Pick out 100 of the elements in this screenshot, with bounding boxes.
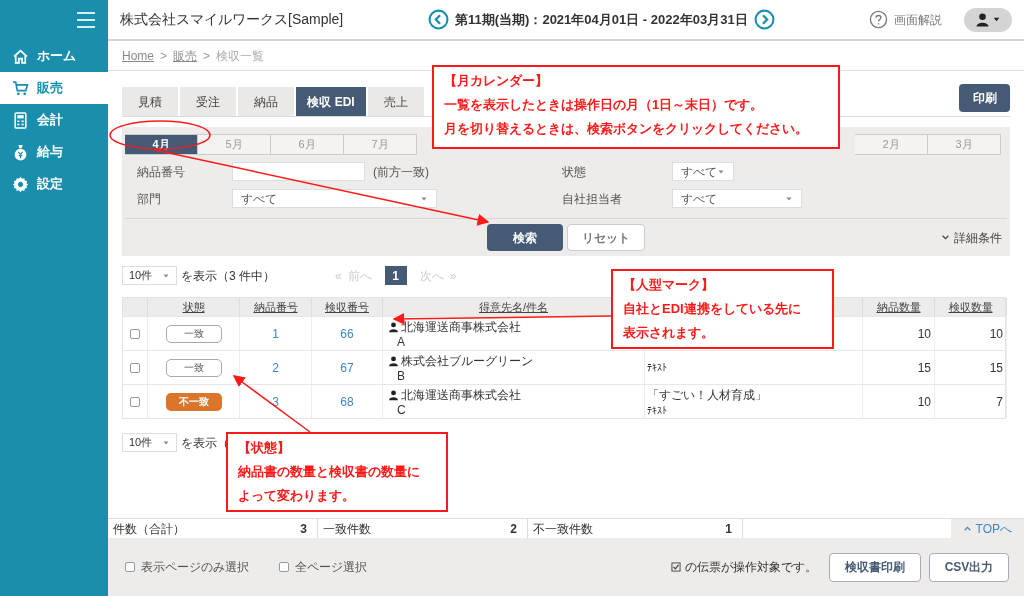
chevron-up-icon [962, 524, 972, 533]
result-count: を表示（3 件中） [181, 267, 275, 285]
breadcrumb-current: 検収一覧 [216, 47, 265, 65]
status-badge: 一致 [165, 358, 222, 377]
help-link[interactable]: 画面解説 [894, 10, 942, 29]
row-checkbox[interactable] [130, 396, 140, 407]
subject-name: 「すごい！人材育成」 [647, 387, 768, 404]
tab[interactable]: 売上 [368, 87, 424, 116]
previous-mark: « [335, 267, 342, 285]
summary-label: 不一致件数 [533, 520, 593, 538]
inspection-number-link[interactable]: 67 [340, 358, 354, 377]
reset-button[interactable]: リセット [567, 224, 645, 251]
annotation-text: 月を切り替えるときは、検索ボタンをクリックしてください。 [444, 120, 809, 138]
column-header[interactable]: 状態 [182, 298, 205, 316]
checkbox-label: 表示ページのみ選択 [141, 559, 249, 576]
menu-icon[interactable] [76, 10, 96, 30]
customer-name: 北海運送商事株式会社 [401, 319, 521, 336]
delivery-number-link[interactable]: 2 [272, 358, 279, 377]
row-checkbox[interactable] [130, 362, 140, 373]
tab[interactable]: 検収 EDI [296, 87, 366, 116]
inspection-number-link[interactable]: 68 [340, 392, 354, 411]
summary-label: 件数（合計） [113, 520, 185, 538]
sidebar-item[interactable]: 販売 [0, 72, 108, 104]
sidebar-item[interactable]: 設定 [0, 168, 108, 200]
subject-note: ﾃｷｽﾄ [647, 361, 668, 374]
row-checkbox[interactable] [130, 328, 140, 339]
customer-code: C [396, 404, 407, 417]
filter-label: 自社担当者 [562, 190, 623, 208]
column-header[interactable]: 検収数量 [948, 298, 993, 316]
customer-name: 北海運送商事株式会社 [401, 387, 521, 404]
checkbox[interactable] [279, 562, 289, 572]
column-header[interactable]: 得意先名/件名 [478, 298, 549, 316]
breadcrumb-link[interactable]: Home [122, 46, 154, 65]
sidebar-item[interactable]: ホーム [0, 40, 108, 72]
quantity-cell-text: 10 [917, 325, 931, 343]
user-menu-button[interactable] [964, 7, 1012, 32]
tab[interactable]: 納品 [238, 87, 294, 116]
delivery-number-link[interactable]: 1 [272, 324, 279, 343]
annotation-text: よって変わります。 [238, 487, 356, 505]
quantity-cell-text: 7 [996, 393, 1003, 411]
subject-note: ﾃｷｽﾄ [647, 404, 668, 417]
quantity-cell-text: 10 [989, 325, 1003, 343]
breadcrumb-separator: > [160, 47, 168, 65]
action-button[interactable]: CSV出力 [929, 552, 1009, 582]
next-mark: » [449, 267, 457, 285]
page-size-select[interactable]: 10件 [122, 266, 177, 285]
filter-label: 状態 [562, 163, 587, 181]
search-button[interactable]: 検索 [487, 224, 563, 251]
page-number[interactable]: 1 [384, 266, 407, 285]
column-header[interactable]: 検収番号 [325, 298, 369, 316]
print-button[interactable]: 印刷 [959, 84, 1010, 112]
settings-icon [12, 175, 29, 193]
annotation-text: 自社とEDI連携をしている先に [623, 300, 802, 318]
home-icon [12, 47, 29, 65]
company-name: 株式会社スマイルワークス[Sample] [120, 10, 345, 29]
help-icon[interactable] [869, 10, 888, 29]
select-field[interactable]: すべて [232, 189, 437, 208]
next-period-button[interactable] [753, 9, 775, 30]
previous-period-button[interactable] [428, 9, 449, 30]
delivery-number-link[interactable]: 3 [272, 392, 279, 411]
customer-name: 株式会社ブルーグリーン [401, 353, 533, 370]
status-badge: 一致 [165, 324, 222, 343]
tab[interactable]: 見積 [122, 87, 178, 116]
summary-label: 一致件数 [323, 520, 371, 538]
column-header[interactable]: 納品番号 [253, 298, 298, 316]
breadcrumb-link[interactable]: 販売 [173, 46, 198, 65]
sidebar-item[interactable]: 給与 [0, 136, 108, 168]
text-field[interactable] [232, 162, 365, 181]
person-icon [975, 12, 990, 27]
field-hint: (前方一致) [373, 163, 429, 181]
checkbox-label: 全ページ選択 [295, 559, 367, 576]
annotation-text: 一覧を表示したときは操作日の月（1日～末日）です。 [444, 96, 765, 114]
inspection-number-link[interactable]: 66 [340, 324, 354, 343]
checkbox[interactable] [125, 562, 135, 572]
checked-box-icon [671, 562, 681, 572]
money-bag-icon [12, 143, 29, 161]
filter-label: 部門 [137, 190, 162, 208]
calculator-icon [12, 111, 29, 129]
summary-value: 1 [725, 520, 733, 538]
status-badge: 不一致 [165, 392, 222, 411]
customer-code: A [396, 336, 406, 349]
annotation-text: 表示されます。 [623, 324, 715, 342]
caret-icon [992, 15, 1001, 24]
select-field[interactable]: すべて [672, 189, 802, 208]
tab[interactable]: 受注 [180, 87, 236, 116]
cart-icon [12, 79, 29, 97]
target-note: の伝票が操作対象です。 [685, 559, 817, 576]
annotation-text: 納品書の数量と検収書の数量に [238, 463, 421, 481]
column-header[interactable]: 納品数量 [876, 298, 921, 316]
page-size-select[interactable]: 10件 [122, 433, 177, 452]
quantity-cell-text: 15 [989, 359, 1003, 377]
details-toggle[interactable]: 詳細条件 [941, 228, 1002, 247]
quantity-cell-text: 10 [917, 393, 931, 411]
summary-value: 2 [510, 520, 518, 538]
sidebar-item[interactable]: 会計 [0, 104, 108, 136]
action-button[interactable]: 検収書印刷 [829, 552, 921, 582]
select-field[interactable]: すべて [672, 162, 734, 181]
chevron-down-icon [941, 233, 950, 242]
breadcrumb-separator: > [203, 47, 211, 65]
annotation-title: 【状態】 [238, 439, 291, 457]
